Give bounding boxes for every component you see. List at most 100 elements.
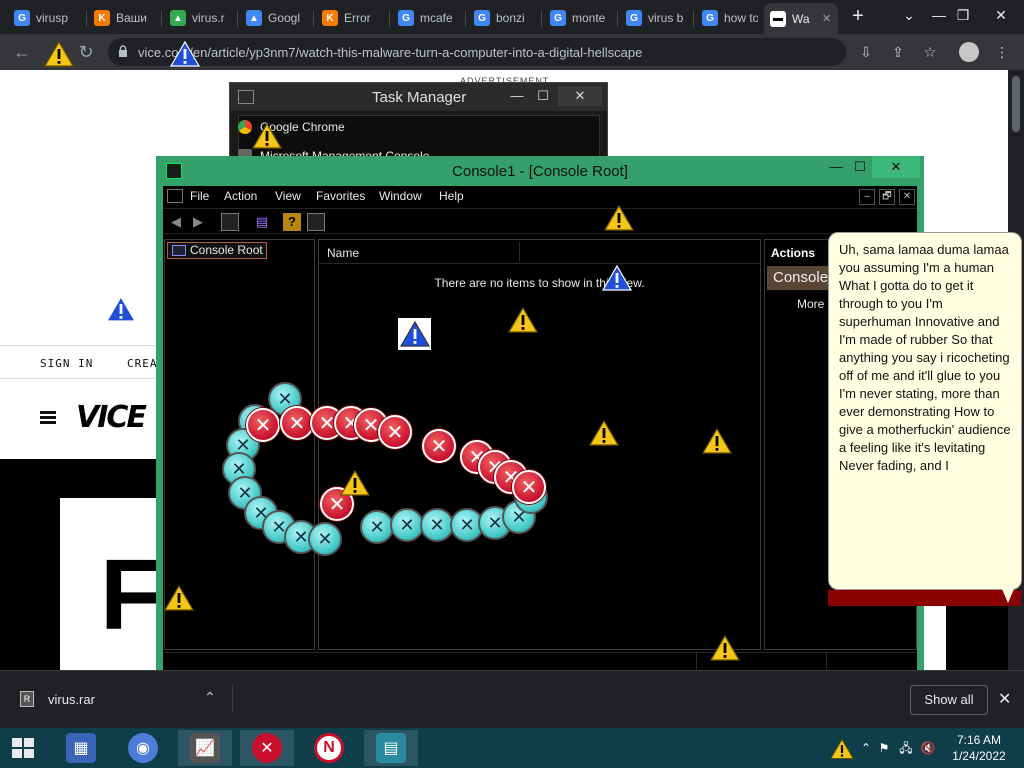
close-button[interactable]: ✕ [558,86,602,106]
share-icon[interactable]: ⇪ [888,42,908,62]
taskbar-n-app[interactable]: N [302,730,356,766]
google-icon: G [398,10,414,26]
task-manager-titlebar[interactable]: Task Manager — ☐ ✕ [230,83,607,111]
show-all-button[interactable]: Show all [910,685,988,715]
mdi-close-button[interactable]: ✕ [899,189,915,205]
warning-icon [508,306,538,333]
warning-icon [589,419,619,446]
taskbar: ▦ ◉ 📈 ✕ N ▤ ⌃ ⚑ 🖧 🔇 7:16 AM 1/24/2022 [0,728,1024,768]
clock-date: 1/24/2022 [952,749,1006,763]
mmc-icon: ▤ [376,733,406,763]
chevron-up-icon[interactable]: ⌃ [204,689,216,706]
trail-icon: ✕ [390,508,424,542]
taskbar-chrome[interactable]: ◉ [116,730,170,766]
info-triangle-icon [170,40,200,67]
help-icon[interactable]: ? [283,213,301,231]
maximize-button[interactable]: ☐ [532,86,554,106]
empty-view-message: There are no items to show in this view. [434,276,645,290]
close-button[interactable]: ✕ [872,156,920,178]
forward-arrow-icon[interactable]: ▶ [189,213,207,231]
bubble-shadow [828,590,1021,606]
menu-file[interactable]: File [190,189,209,203]
browser-toolbar: ← ↻ vice.com/en/article/yp3nm7/watch-thi… [0,34,1024,70]
warning-icon [252,122,282,149]
url-text: vice.com/en/article/yp3nm7/watch-this-ma… [138,45,643,60]
vk-icon: K [94,10,110,26]
browser-tab[interactable]: G mcafe [392,5,464,31]
error-icon: ✕ [422,429,456,463]
tree-node-console-root[interactable]: Console Root [167,242,267,259]
export-list-icon[interactable]: ▤ [253,213,271,231]
menu-kebab-icon[interactable]: ⋮ [992,42,1012,62]
minimize-button[interactable]: — [506,86,528,106]
info-triangle-icon [602,264,632,291]
browser-tab[interactable]: G monte [544,5,616,31]
lock-icon [119,45,127,57]
new-tab-button[interactable]: + [846,5,870,29]
tray-warning-icon[interactable] [830,738,854,760]
mmc-titlebar[interactable]: Console1 - [Console Root] — ☐ ✕ [156,156,924,186]
actions-header: Actions [771,246,816,260]
browser-tab[interactable]: G bonzi [468,5,540,31]
network-icon[interactable]: 🖧 [898,740,914,756]
taskbar-task-manager[interactable]: 📈 [178,730,232,766]
menu-window[interactable]: Window [379,189,422,203]
browser-tab[interactable]: G virus b [620,5,692,31]
back-button[interactable]: ← [10,40,34,64]
taskbar-mmc[interactable]: ▤ [364,730,418,766]
google-icon: G [626,10,642,26]
windows-start-icon[interactable] [12,738,34,758]
browser-tab[interactable]: K Ваши [88,5,160,31]
browser-tab[interactable]: ▲ Googl [240,5,312,31]
address-bar[interactable]: vice.com/en/article/yp3nm7/watch-this-ma… [108,38,846,66]
taskbar-file-explorer[interactable]: ▦ [54,730,108,766]
show-hide-tree-icon[interactable] [221,213,239,231]
browser-tab-active[interactable]: ▬ Wa ✕ [764,3,838,34]
browser-tab[interactable]: K Error [316,5,388,31]
taskbar-error-app[interactable]: ✕ [240,730,294,766]
menu-favorites[interactable]: Favorites [316,189,365,203]
more-actions-item[interactable]: More [797,297,824,311]
browser-tab[interactable]: G virusp [8,5,84,31]
mmc-menubar: File Action View Favorites Window Help –… [163,186,917,208]
clock-time: 7:16 AM [956,733,1002,747]
install-icon[interactable]: ⇩ [856,42,876,62]
action-pane-icon[interactable] [307,213,325,231]
warning-icon [340,469,370,496]
scrollbar-thumb[interactable] [1012,76,1020,132]
menu-view[interactable]: View [275,189,301,203]
browser-tab[interactable]: G how to [696,5,764,31]
browser-tab-strip: G virusp K Ваши ▲ virus.r ▲ Googl K Erro… [0,0,1024,34]
error-icon: ✕ [512,470,546,504]
tray-chevron-icon[interactable]: ⌃ [858,740,874,756]
folder-icon [172,245,186,256]
chrome-icon [238,120,252,134]
menu-help[interactable]: Help [439,189,464,203]
action-center-flag-icon[interactable]: ⚑ [876,740,892,756]
drive-icon: ▲ [246,10,262,26]
close-shelf-icon[interactable]: ✕ [998,689,1011,709]
browser-tab[interactable]: ▲ virus.r [164,5,236,31]
document-icon [167,189,183,203]
trail-icon: ✕ [308,522,342,556]
headline-text: F [100,539,162,651]
bookmark-star-icon[interactable]: ☆ [920,42,940,62]
reload-button[interactable]: ↻ [74,40,98,64]
profile-avatar[interactable] [959,42,979,62]
error-icon: ✕ [378,415,412,449]
system-clock[interactable]: 7:16 AM 1/24/2022 [948,732,1010,764]
sign-in-link[interactable]: SIGN IN [40,357,93,370]
column-header-name[interactable]: Name [327,246,359,260]
hamburger-menu-icon[interactable] [40,411,56,425]
mdi-minimize-button[interactable]: – [859,189,875,205]
maximize-button[interactable]: ☐ [846,156,874,178]
download-item[interactable]: R virus.rar [20,691,95,707]
close-tab-icon[interactable]: ✕ [822,12,831,25]
volume-muted-icon[interactable]: 🔇 [920,740,936,756]
vk-icon: K [322,10,338,26]
mdi-restore-button[interactable]: 🗗 [879,189,895,205]
back-arrow-icon[interactable]: ◀ [167,213,185,231]
vice-logo[interactable]: VICE [76,400,147,435]
close-button[interactable]: ✕ [978,0,1024,34]
menu-action[interactable]: Action [224,189,257,203]
